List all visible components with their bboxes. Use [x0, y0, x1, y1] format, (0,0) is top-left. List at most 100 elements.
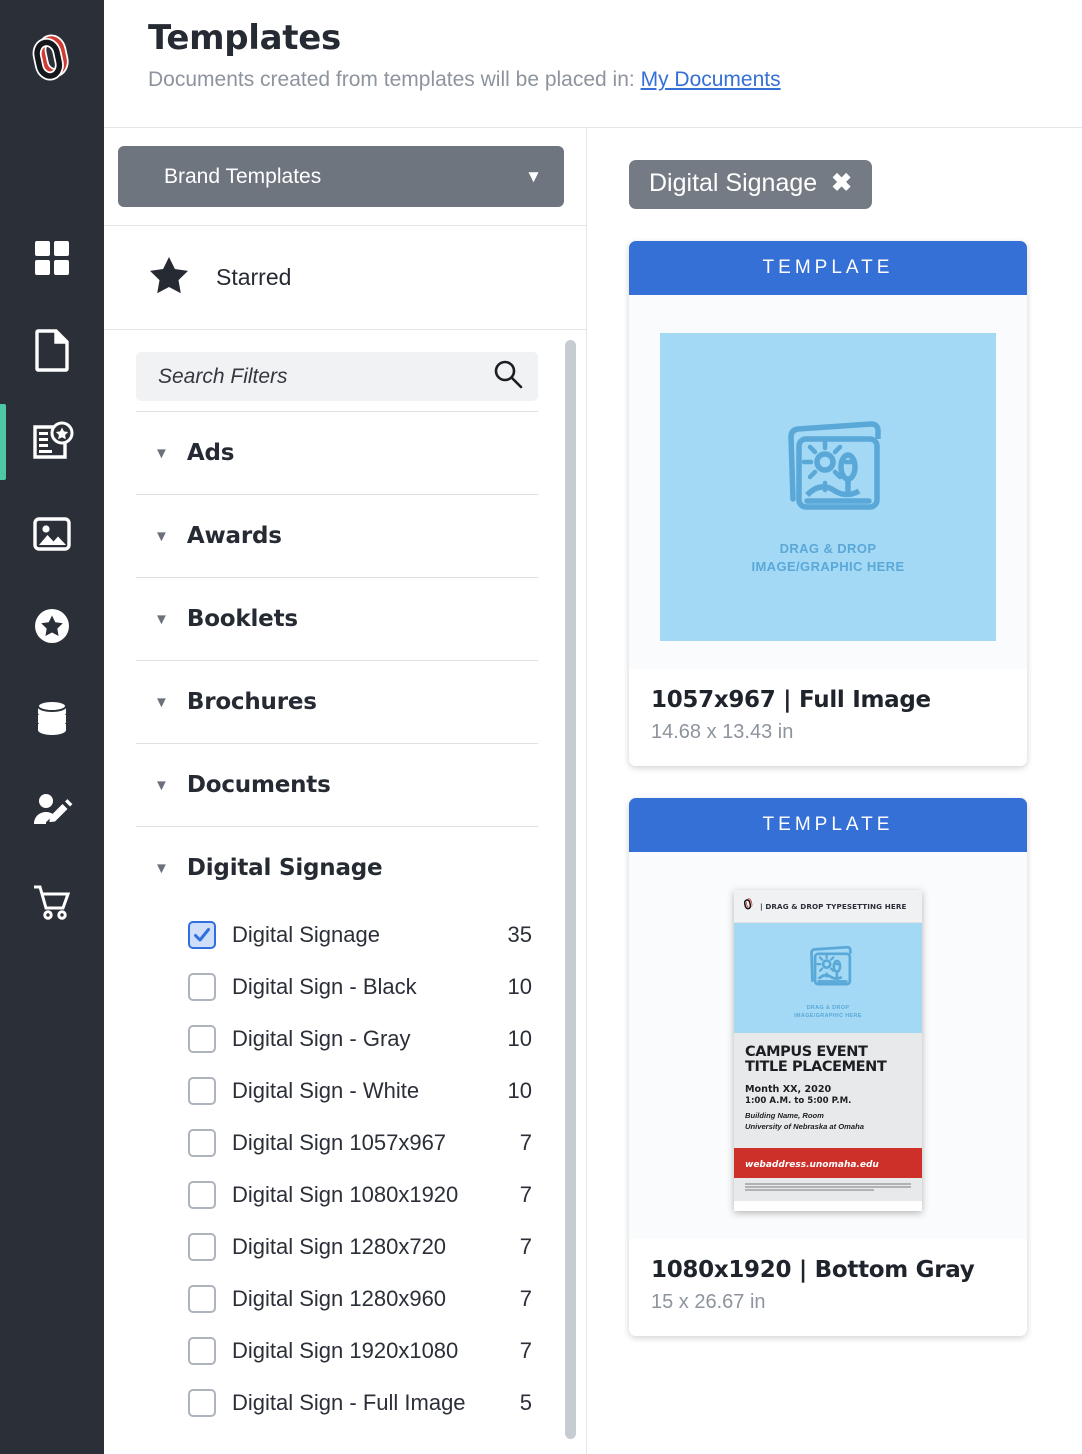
filter-option-checkbox[interactable] [188, 1025, 216, 1053]
filter-option-count: 5 [519, 1390, 532, 1415]
filter-option-checkbox[interactable] [188, 973, 216, 1001]
image-icon [32, 514, 72, 554]
chevron-down-icon: ▼ [154, 610, 169, 628]
template-card[interactable]: TEMPLATE [629, 798, 1027, 1337]
poster-headline-line2: TITLE PLACEMENT [745, 1059, 887, 1076]
uno-logo[interactable] [24, 28, 80, 84]
app-root: Brand Templates ▼ Starred Search Filters… [0, 0, 1082, 1454]
filter-panel: Brand Templates ▼ Starred Search Filters… [104, 0, 587, 1454]
brand-select-wrapper: Brand Templates ▼ [104, 128, 586, 225]
filter-category-header[interactable]: ▼ Awards [136, 495, 538, 577]
starred-filter-row[interactable]: Starred [104, 225, 586, 329]
filter-option-row[interactable]: Digital Sign 1280x960 7 [136, 1273, 538, 1325]
filter-panel-body: Brand Templates ▼ Starred Search Filters… [104, 128, 586, 1454]
filter-scrollbar-thumb[interactable] [565, 340, 576, 1439]
filter-category-label: Awards [186, 523, 282, 549]
filter-option-label: Digital Sign - Black [232, 974, 417, 999]
filter-option-count: 7 [519, 1130, 532, 1155]
rail-item-images[interactable] [0, 488, 104, 580]
filter-option-row[interactable]: Digital Sign - White 10 [136, 1065, 538, 1117]
active-filter-chip[interactable]: Digital Signage ✖ [629, 160, 873, 209]
filter-category-header[interactable]: ▼ Brochures [136, 661, 538, 743]
drag-drop-caption: DRAG & DROP IMAGE/GRAPHIC HERE [751, 540, 904, 575]
poster-body: CAMPUS EVENT TITLE PLACEMENT Month XX, 2… [734, 1033, 922, 1138]
filter-option-row[interactable]: Digital Sign - Gray 10 [136, 1013, 538, 1065]
drag-drop-caption: DRAG & DROP IMAGE/GRAPHIC HERE [794, 1005, 862, 1020]
filter-category: ▼ Documents [136, 743, 538, 826]
star-circle-icon [32, 606, 72, 646]
filter-option-count: 10 [507, 974, 532, 999]
search-input[interactable] [158, 364, 492, 389]
filter-category-header[interactable]: ▼ Ads [136, 412, 538, 494]
filter-category-header[interactable]: ▼ Booklets [136, 578, 538, 660]
filter-category-header[interactable]: ▼ Documents [136, 744, 538, 826]
filter-option-checkbox[interactable] [188, 1181, 216, 1209]
filter-option-checkbox[interactable] [188, 1077, 216, 1105]
filter-option-row[interactable]: Digital Sign 1920x1080 7 [136, 1325, 538, 1377]
filter-option-checkbox[interactable] [188, 1129, 216, 1157]
filter-option-checkbox[interactable] [188, 921, 216, 949]
image-placeholder-icon [763, 399, 893, 534]
uno-logo-small [742, 897, 755, 915]
search-filters-box[interactable] [136, 352, 538, 401]
close-icon[interactable]: ✖ [831, 171, 852, 196]
page-subtitle-text: Documents created from templates will be… [148, 68, 635, 91]
filter-option-checkbox[interactable] [188, 1285, 216, 1313]
rail-item-dashboard[interactable] [0, 212, 104, 304]
filter-option-checkbox[interactable] [188, 1337, 216, 1365]
filter-category-label: Ads [186, 440, 235, 466]
chevron-down-icon: ▼ [154, 444, 169, 462]
template-preview: DRAG & DROP IMAGE/GRAPHIC HERE [629, 295, 1027, 669]
rail-item-cart[interactable] [0, 856, 104, 948]
chevron-down-icon: ▼ [154, 527, 169, 545]
filter-category-label: Booklets [186, 606, 298, 632]
chevron-down-icon: ▼ [154, 859, 169, 877]
chevron-down-icon: ▼ [525, 166, 542, 186]
filter-option-label: Digital Sign - Full Image [232, 1390, 466, 1415]
filter-option-row[interactable]: Digital Sign 1280x720 7 [136, 1221, 538, 1273]
template-card[interactable]: TEMPLATE [629, 241, 1027, 766]
brand-templates-select[interactable]: Brand Templates ▼ [118, 146, 564, 207]
filter-option-row[interactable]: Digital Signage 35 [136, 909, 538, 961]
filter-category-label: Digital Signage [186, 855, 383, 881]
filter-scrollbar[interactable] [565, 340, 576, 1450]
page-title: Templates [148, 18, 341, 58]
template-title: 1080x1920 | Bottom Gray [651, 1257, 975, 1284]
filter-option-row[interactable]: Digital Sign 1057x967 7 [136, 1117, 538, 1169]
my-documents-link[interactable]: My Documents [641, 68, 781, 91]
filter-option-checkbox[interactable] [188, 1389, 216, 1417]
drag-drop-placeholder: DRAG & DROP IMAGE/GRAPHIC HERE [660, 333, 996, 641]
poster-url: webaddress.unomaha.edu [745, 1159, 879, 1170]
shopping-cart-icon [31, 882, 73, 922]
filter-option-label: Digital Sign 1057x967 [232, 1130, 447, 1155]
filter-option-checkbox[interactable] [188, 1233, 216, 1261]
filters-scroll-region: ▼ Ads ▼ Awards ▼ Booklets ▼ Brochures ▼ Documents… [104, 329, 586, 1454]
template-badge: TEMPLATE [629, 798, 1027, 852]
filter-option-label: Digital Sign 1280x720 [232, 1234, 447, 1259]
filter-category-header[interactable]: ▼ Digital Signage [136, 827, 538, 909]
starred-label: Starred [216, 264, 292, 290]
left-nav-rail [0, 0, 104, 1454]
filters-inner: ▼ Ads ▼ Awards ▼ Booklets ▼ Brochures ▼ Documents… [104, 330, 586, 1435]
poster-location-line1: Building Name, Room [745, 1111, 824, 1121]
rail-item-assets[interactable] [0, 672, 104, 764]
rail-item-favorites[interactable] [0, 580, 104, 672]
image-placeholder-icon [797, 936, 859, 999]
poster-fine-print [734, 1177, 922, 1202]
rail-item-documents[interactable] [0, 304, 104, 396]
filter-option-row[interactable]: Digital Sign - Full Image 5 [136, 1377, 538, 1429]
drag-drop-caption-line1: DRAG & DROP [779, 540, 877, 556]
star-icon [148, 255, 190, 300]
rail-item-templates[interactable] [0, 396, 104, 488]
poster-thumbnail: | DRAG & DROP TYPESETTING HERE DRAG & DR… [734, 890, 922, 1212]
page-header: Templates Documents created from templat… [104, 0, 1082, 128]
filter-category: ▼ Brochures [136, 660, 538, 743]
document-icon [33, 328, 71, 372]
filter-option-row[interactable]: Digital Sign - Black 10 [136, 961, 538, 1013]
rail-item-user-edit[interactable] [0, 764, 104, 856]
chevron-down-icon: ▼ [154, 776, 169, 794]
search-icon[interactable] [492, 358, 524, 395]
filter-option-label: Digital Signage [232, 922, 380, 947]
filter-option-count: 10 [507, 1026, 532, 1051]
filter-option-row[interactable]: Digital Sign 1080x1920 7 [136, 1169, 538, 1221]
